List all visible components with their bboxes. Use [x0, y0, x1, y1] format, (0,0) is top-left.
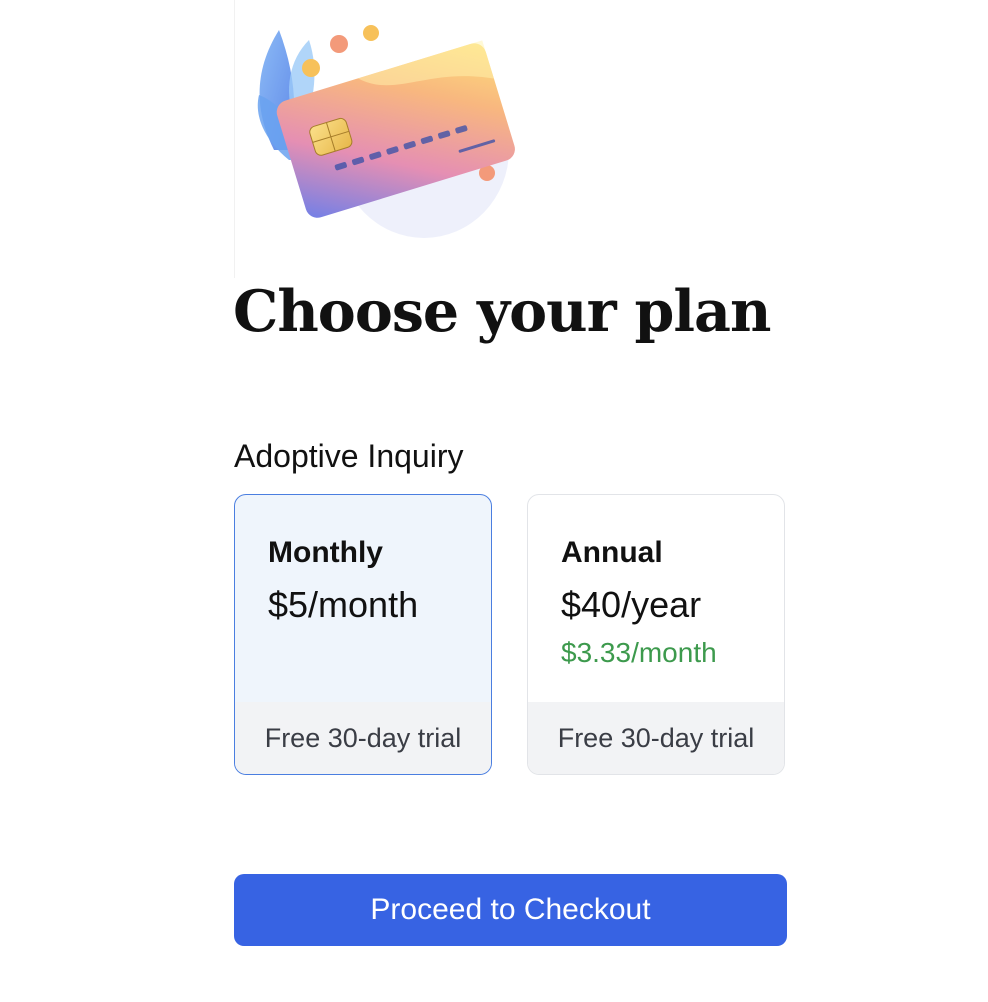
credit-card-illustration — [234, 0, 524, 278]
plan-price: $40/year — [561, 584, 702, 625]
monthly-equivalent-price: $3.33/month — [561, 637, 717, 668]
product-name: Adoptive Inquiry — [234, 438, 464, 474]
plan-name: Annual — [561, 536, 663, 569]
plan-price: $5/month — [268, 584, 419, 625]
proceed-to-checkout-button[interactable]: Proceed to Checkout — [234, 874, 787, 946]
plan-name: Monthly — [268, 536, 383, 569]
plan-card-annual[interactable]: Annual $40/year $3.33/month Free 30-day … — [527, 494, 785, 775]
trial-note: Free 30-day trial — [235, 702, 491, 774]
plan-card-monthly[interactable]: Monthly $5/month Free 30-day trial — [234, 494, 492, 775]
page-title: Choose your plan — [233, 278, 771, 345]
trial-note: Free 30-day trial — [528, 702, 784, 774]
